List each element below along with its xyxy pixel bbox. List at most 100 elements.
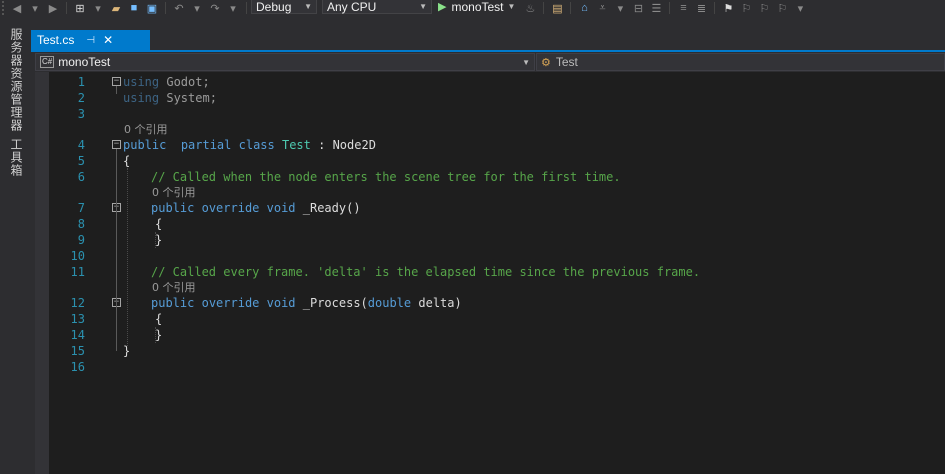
- clear-bookmarks-icon[interactable]: ⚐: [775, 0, 789, 16]
- line-number: 8: [77, 217, 85, 231]
- filter-icon[interactable]: ⩡: [595, 0, 609, 16]
- dropdown-arrow-icon[interactable]: ▾: [793, 0, 807, 16]
- line-number: 12: [70, 296, 85, 310]
- solution-configuration-select[interactable]: Debug ▼: [251, 0, 317, 14]
- save-all-icon[interactable]: ▣: [145, 0, 159, 16]
- code-text: }: [155, 327, 162, 343]
- codelens-references[interactable]: 0 个引用: [152, 184, 196, 200]
- code-token: Godot;: [159, 75, 210, 89]
- code-line[interactable]: 7−public override void _Ready(): [35, 200, 945, 216]
- code-editor[interactable]: 1− using Godot; 2 using System; 3 0 个引用 4− publ…: [35, 72, 945, 474]
- code-text: // Called when the node enters the scene…: [151, 169, 621, 185]
- code-line[interactable]: 16: [35, 359, 945, 375]
- code-token: // Called every frame. 'delta' is the el…: [151, 265, 701, 279]
- codelens-references[interactable]: 0 个引用: [152, 279, 196, 295]
- toolbar-separator: [165, 2, 166, 14]
- code-line[interactable]: 3: [35, 106, 945, 122]
- codelens-references[interactable]: 0 个引用: [124, 121, 168, 137]
- code-line[interactable]: 11 // Called every frame. 'delta' is the …: [35, 264, 945, 280]
- comment-out-icon[interactable]: ≡: [676, 0, 690, 16]
- collapse-icon[interactable]: ⊟: [631, 0, 645, 16]
- code-line[interactable]: 1 − using Godot;: [35, 74, 945, 90]
- code-token: void: [266, 201, 296, 215]
- outline-region-line: [116, 212, 117, 238]
- code-line[interactable]: 13 {: [35, 311, 945, 327]
- code-token: }: [123, 344, 131, 358]
- solution-configuration-value: Debug: [256, 0, 292, 14]
- code-token: :: [310, 138, 333, 152]
- dropdown-arrow-icon[interactable]: ▾: [28, 0, 42, 16]
- code-line[interactable]: 15}: [35, 343, 945, 359]
- code-line[interactable]: 8{: [35, 216, 945, 232]
- code-line[interactable]: 14}: [35, 327, 945, 343]
- main-toolbar: ◀ ▾ ▶ ⊞ ▾ ▰ ■ ▣ ↶ ▾ ↷ ▾ Debug ▼ Any CPU …: [0, 0, 945, 16]
- server-explorer-tab[interactable]: 服务器资源管理器: [8, 28, 25, 132]
- previous-bookmark-icon[interactable]: ⚐: [739, 0, 753, 16]
- toolbox-tab[interactable]: 工具箱: [8, 138, 25, 177]
- bookmark-icon[interactable]: ⚑: [721, 0, 735, 16]
- line-number: 11: [70, 265, 85, 279]
- save-icon[interactable]: ■: [127, 0, 141, 16]
- line-number: 2: [77, 91, 85, 105]
- pin-icon[interactable]: ⊣: [86, 35, 95, 46]
- find-in-files-icon[interactable]: ▤: [550, 0, 564, 16]
- uncomment-icon[interactable]: ≣: [694, 0, 708, 16]
- solution-platform-value: Any CPU: [327, 0, 377, 14]
- code-token: public: [123, 138, 167, 152]
- code-line[interactable]: 5{: [35, 153, 945, 169]
- dropdown-arrow-icon[interactable]: ▾: [91, 0, 105, 16]
- toolbar-separator: [570, 2, 572, 14]
- chevron-down-icon: ▼: [419, 2, 427, 11]
- toolbar-separator: [66, 2, 67, 14]
- code-text: {: [155, 216, 162, 232]
- code-text: public override void _Process(double del…: [151, 295, 462, 311]
- tab-test-cs[interactable]: Test.cs ⊣ ✕: [31, 30, 150, 50]
- home-icon[interactable]: ⌂: [577, 0, 591, 16]
- project-select[interactable]: C# monoTest ▼: [35, 53, 535, 71]
- code-line[interactable]: 6 // Called when the node enters the scen…: [35, 169, 945, 185]
- solution-platform-select[interactable]: Any CPU ▼: [322, 0, 432, 14]
- line-number: 13: [70, 312, 85, 326]
- start-debugging-button[interactable]: ▶ monoTest ▼: [438, 0, 515, 14]
- new-project-icon[interactable]: ⊞: [73, 0, 87, 16]
- member-select[interactable]: ⚙ Test: [536, 53, 945, 71]
- code-line[interactable]: 12−public override void _Process(double …: [35, 295, 945, 311]
- dropdown-arrow-icon[interactable]: ▾: [190, 0, 204, 16]
- properties-icon[interactable]: ☰: [649, 0, 663, 16]
- dropdown-arrow-icon[interactable]: ▾: [226, 0, 240, 16]
- toolbar-grip[interactable]: [2, 1, 8, 15]
- indent-guide: [155, 232, 156, 248]
- code-token: class: [238, 138, 275, 152]
- back-icon[interactable]: ◀: [10, 0, 24, 16]
- next-bookmark-icon[interactable]: ⚐: [757, 0, 771, 16]
- collapse-region-icon[interactable]: −: [112, 77, 121, 86]
- tab-title: Test.cs: [37, 33, 75, 47]
- csharp-project-icon: C#: [40, 56, 55, 68]
- code-token: {: [123, 154, 131, 168]
- open-file-icon[interactable]: ▰: [109, 0, 123, 16]
- forward-icon[interactable]: ▶: [46, 0, 60, 16]
- line-number: 7: [77, 201, 85, 215]
- line-number: 14: [70, 328, 85, 342]
- collapse-region-icon[interactable]: −: [112, 140, 121, 149]
- code-line[interactable]: 2 using System;: [35, 90, 945, 106]
- code-token: delta): [411, 296, 462, 310]
- fire-icon[interactable]: ♨: [523, 0, 537, 16]
- code-text: {: [123, 153, 130, 169]
- chevron-down-icon: ▼: [304, 2, 312, 11]
- redo-icon[interactable]: ↷: [208, 0, 222, 16]
- code-line[interactable]: 4 − public partial class Test : Node2D: [35, 137, 945, 153]
- code-line[interactable]: 10: [35, 248, 945, 264]
- dropdown-arrow-icon[interactable]: ▾: [613, 0, 627, 16]
- indent-guide: [155, 327, 156, 343]
- code-token: Node2D: [332, 138, 376, 152]
- undo-icon[interactable]: ↶: [172, 0, 186, 16]
- toolbar-separator: [543, 2, 545, 14]
- close-icon[interactable]: ✕: [103, 33, 113, 47]
- code-line[interactable]: 9}: [35, 232, 945, 248]
